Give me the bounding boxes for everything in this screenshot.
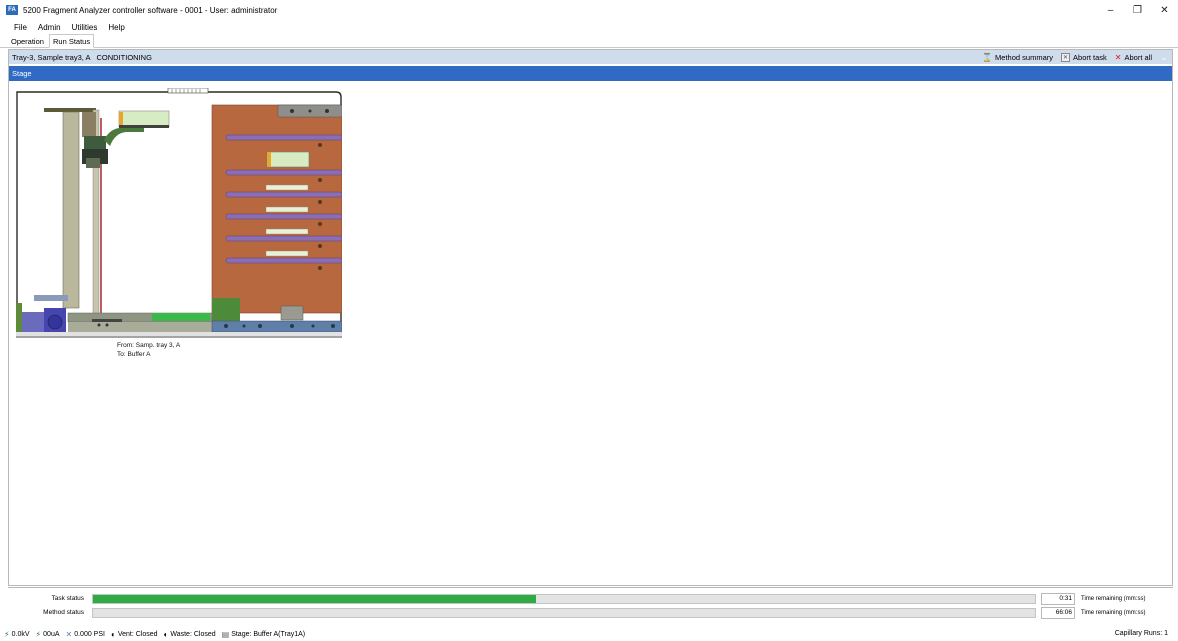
current-icon: ⚡ — [35, 629, 42, 639]
abort-all-label: Abort all — [1124, 52, 1152, 62]
current-text: 00uA — [43, 630, 60, 638]
task-time-remaining: 0:31 — [1041, 593, 1075, 605]
stage-text: Stage: Buffer A(Tray1A) — [231, 630, 306, 638]
current-status: ⚡ 00uA — [36, 630, 60, 639]
tab-operation[interactable]: Operation — [8, 36, 47, 48]
gantry-column — [62, 111, 80, 309]
progress-panel: Task status 0:31 Time remaining (mm:ss) … — [8, 587, 1173, 623]
buffer-block — [212, 298, 240, 323]
sample-name: Tray-3, Sample tray3, A — [12, 52, 91, 62]
motor-top — [34, 295, 68, 301]
stage-status: ▤ Stage: Buffer A(Tray1A) — [222, 630, 306, 639]
stage-header: Stage — [9, 66, 1172, 81]
method-summary-label: Method summary — [995, 52, 1053, 62]
vent-text: Vent: Closed — [117, 630, 158, 638]
task-progress-bar — [92, 594, 1036, 604]
vent-status: ◐ Vent: Closed — [111, 630, 158, 639]
method-time-label: Time remaining (mm:ss) — [1081, 610, 1146, 616]
pressure-status: ✕ 0.000 PSI — [66, 630, 105, 639]
window-title: 5200 Fragment Analyzer controller softwa… — [23, 5, 278, 15]
gantry-arm — [44, 108, 96, 112]
pressure-icon: ✕ — [65, 629, 73, 639]
method-progress-bar — [92, 608, 1036, 618]
menu-utilities[interactable]: Utilities — [72, 23, 98, 32]
close-button[interactable]: ✕ — [1151, 0, 1178, 20]
task-progress-fill — [93, 595, 536, 603]
app-icon: FA — [6, 5, 18, 15]
task-status-label: Task status — [51, 595, 84, 602]
restore-button[interactable]: ❐ — [1124, 0, 1151, 20]
task-time-label: Time remaining (mm:ss) — [1081, 596, 1146, 602]
stage-plate — [266, 151, 310, 168]
collapse-chevron-icon[interactable]: ⌄ — [1160, 50, 1168, 64]
window-controls: – ❐ ✕ — [1097, 0, 1178, 20]
abort-all-button[interactable]: ✕ Abort all — [1115, 53, 1152, 62]
status-bar: ⚡ 0.0kV ⚡ 00uA ✕ 0.000 PSI ◐ Vent: Close… — [0, 627, 1178, 641]
abort-task-label: Abort task — [1073, 52, 1107, 62]
minimize-button[interactable]: – — [1097, 0, 1124, 20]
run-status-panel: Tray-3, Sample tray3, A CONDITIONING ⌛ M… — [8, 49, 1173, 586]
action-group: ⌛ Method summary ✕ Abort task ✕ Abort al… — [974, 50, 1152, 64]
waste-text: Waste: Closed — [170, 630, 216, 638]
stage-base — [211, 320, 343, 333]
abort-task-icon: ✕ — [1060, 52, 1071, 62]
menu-file[interactable]: File — [14, 23, 27, 32]
abort-task-button[interactable]: ✕ Abort task — [1060, 52, 1107, 62]
method-status-label: Method status — [43, 609, 84, 616]
method-status-row: Method status 66:06 Time remaining (mm:s… — [8, 607, 1173, 619]
title-bar: FA 5200 Fragment Analyzer controller sof… — [0, 0, 1178, 20]
waste-valve-icon: ◐ — [163, 629, 169, 639]
method-summary-icon: ⌛ — [982, 52, 993, 62]
stage-illustration — [16, 87, 343, 338]
rail-carriage — [152, 313, 210, 321]
menu-help[interactable]: Help — [108, 23, 124, 32]
vent-valve-icon: ◐ — [110, 629, 116, 639]
stage-icon: ▤ — [221, 629, 230, 639]
voltage-status: ⚡ 0.0kV — [4, 630, 30, 639]
method-summary-button[interactable]: ⌛ Method summary — [982, 53, 1053, 62]
pressure-text: 0.000 PSI — [74, 630, 105, 638]
voltage-text: 0.0kV — [11, 630, 30, 638]
move-from-label: From: Samp. tray 3, A — [117, 342, 181, 349]
waste-status: ◐ Waste: Closed — [164, 630, 216, 639]
run-state: CONDITIONING — [96, 52, 152, 62]
stage-diagram — [16, 87, 343, 338]
sample-bar: Tray-3, Sample tray3, A CONDITIONING ⌛ M… — [9, 50, 1172, 64]
tab-run-status[interactable]: Run Status — [49, 34, 95, 48]
robot-head — [84, 136, 106, 149]
method-time-remaining: 66:06 — [1041, 607, 1075, 619]
menu-admin[interactable]: Admin — [38, 23, 61, 32]
tab-bar: Operation Run Status — [0, 34, 1178, 48]
gripped-plate — [118, 110, 170, 128]
move-to-label: To: Buffer A — [117, 351, 151, 358]
capillary-runs: Capillary Runs: 1 — [1114, 630, 1168, 637]
abort-all-icon: ✕ — [1114, 52, 1122, 62]
menu-bar: File Admin Utilities Help — [0, 20, 1178, 34]
task-status-row: Task status 0:31 Time remaining (mm:ss) — [8, 593, 1173, 605]
voltage-icon: ⚡ — [4, 629, 10, 639]
